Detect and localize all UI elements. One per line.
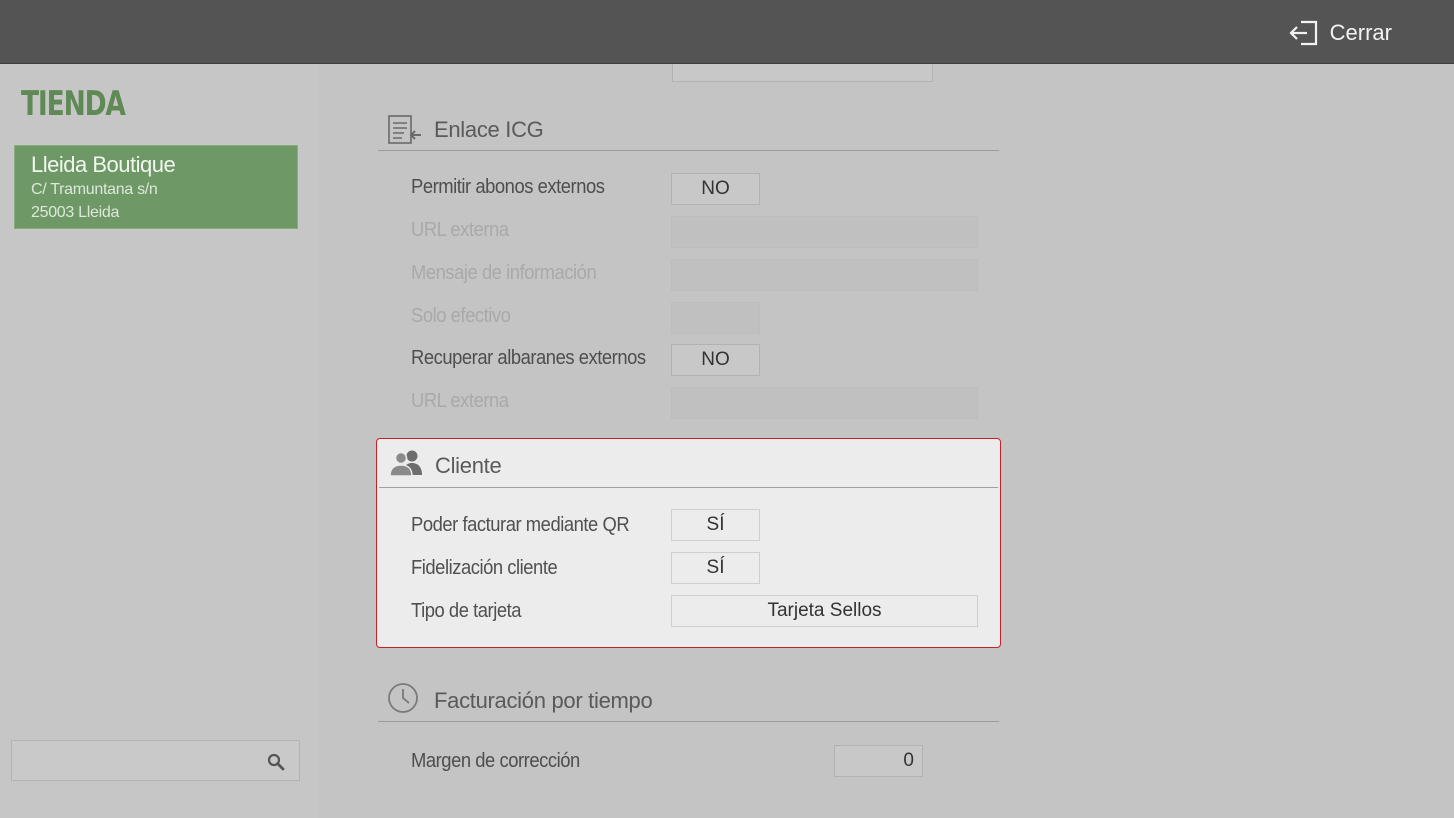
label-url-externa-albaranes: URL externa xyxy=(411,390,509,412)
close-label: Cerrar xyxy=(1329,20,1392,45)
label-recuperar-albaranes-externos: Recuperar albaranes externos xyxy=(411,347,646,369)
label-facturar-mediante-qr: Poder facturar mediante QR xyxy=(411,514,630,536)
section-header-enlace-icg: Enlace ICG xyxy=(378,111,999,151)
select-tipo-de-tarjeta[interactable]: Tarjeta Sellos xyxy=(671,595,978,627)
document-link-icon xyxy=(387,114,423,151)
label-mensaje-informacion: Mensaje de información xyxy=(411,262,597,284)
store-address: C/ Tramuntana s/n xyxy=(31,181,158,198)
toggle-facturar-mediante-qr[interactable]: SÍ xyxy=(671,509,760,541)
section-header-cliente: Cliente xyxy=(379,439,998,488)
label-solo-efectivo: Solo efectivo xyxy=(411,305,511,327)
toggle-solo-efectivo xyxy=(671,302,760,334)
store-city: 25003 Lleida xyxy=(31,204,120,221)
section-title: Cliente xyxy=(435,453,502,478)
partial-field-above xyxy=(672,64,933,82)
label-permitir-abonos-externos: Permitir abonos externos xyxy=(411,176,605,198)
section-header-facturacion-tiempo: Facturación por tiempo xyxy=(378,682,999,722)
store-search-input[interactable] xyxy=(11,740,300,781)
store-name: Lleida Boutique xyxy=(31,152,176,177)
exit-icon xyxy=(1288,19,1320,47)
label-margen-correccion: Margen de corrección xyxy=(411,750,580,772)
field-mensaje-informacion xyxy=(671,259,978,291)
store-card-selected[interactable]: Lleida Boutique C/ Tramuntana s/n 25003 … xyxy=(14,145,298,229)
cliente-section-highlighted: Cliente Poder facturar mediante QR SÍ Fi… xyxy=(376,438,1001,648)
clock-icon xyxy=(387,682,421,721)
label-tipo-de-tarjeta: Tipo de tarjeta xyxy=(411,600,522,622)
toggle-fidelizacion-cliente[interactable]: SÍ xyxy=(671,552,760,584)
label-url-externa-abonos: URL externa xyxy=(411,219,509,241)
label-fidelizacion-cliente: Fidelización cliente xyxy=(411,557,558,579)
section-title: Enlace ICG xyxy=(434,117,544,142)
search-icon xyxy=(267,753,285,776)
field-url-externa-albaranes xyxy=(671,387,978,419)
sidebar-title: TIENDA xyxy=(21,84,126,124)
toggle-recuperar-albaranes-externos[interactable]: NO xyxy=(671,344,760,376)
sidebar: TIENDA Lleida Boutique C/ Tramuntana s/n… xyxy=(0,64,318,818)
section-title: Facturación por tiempo xyxy=(434,688,653,713)
toggle-permitir-abonos-externos[interactable]: NO xyxy=(671,173,760,205)
close-button[interactable]: Cerrar xyxy=(1288,18,1392,48)
users-icon xyxy=(388,449,426,482)
field-url-externa-abonos xyxy=(671,216,978,248)
field-margen-correccion[interactable]: 0 xyxy=(834,745,923,777)
top-bar: Cerrar xyxy=(0,0,1454,64)
